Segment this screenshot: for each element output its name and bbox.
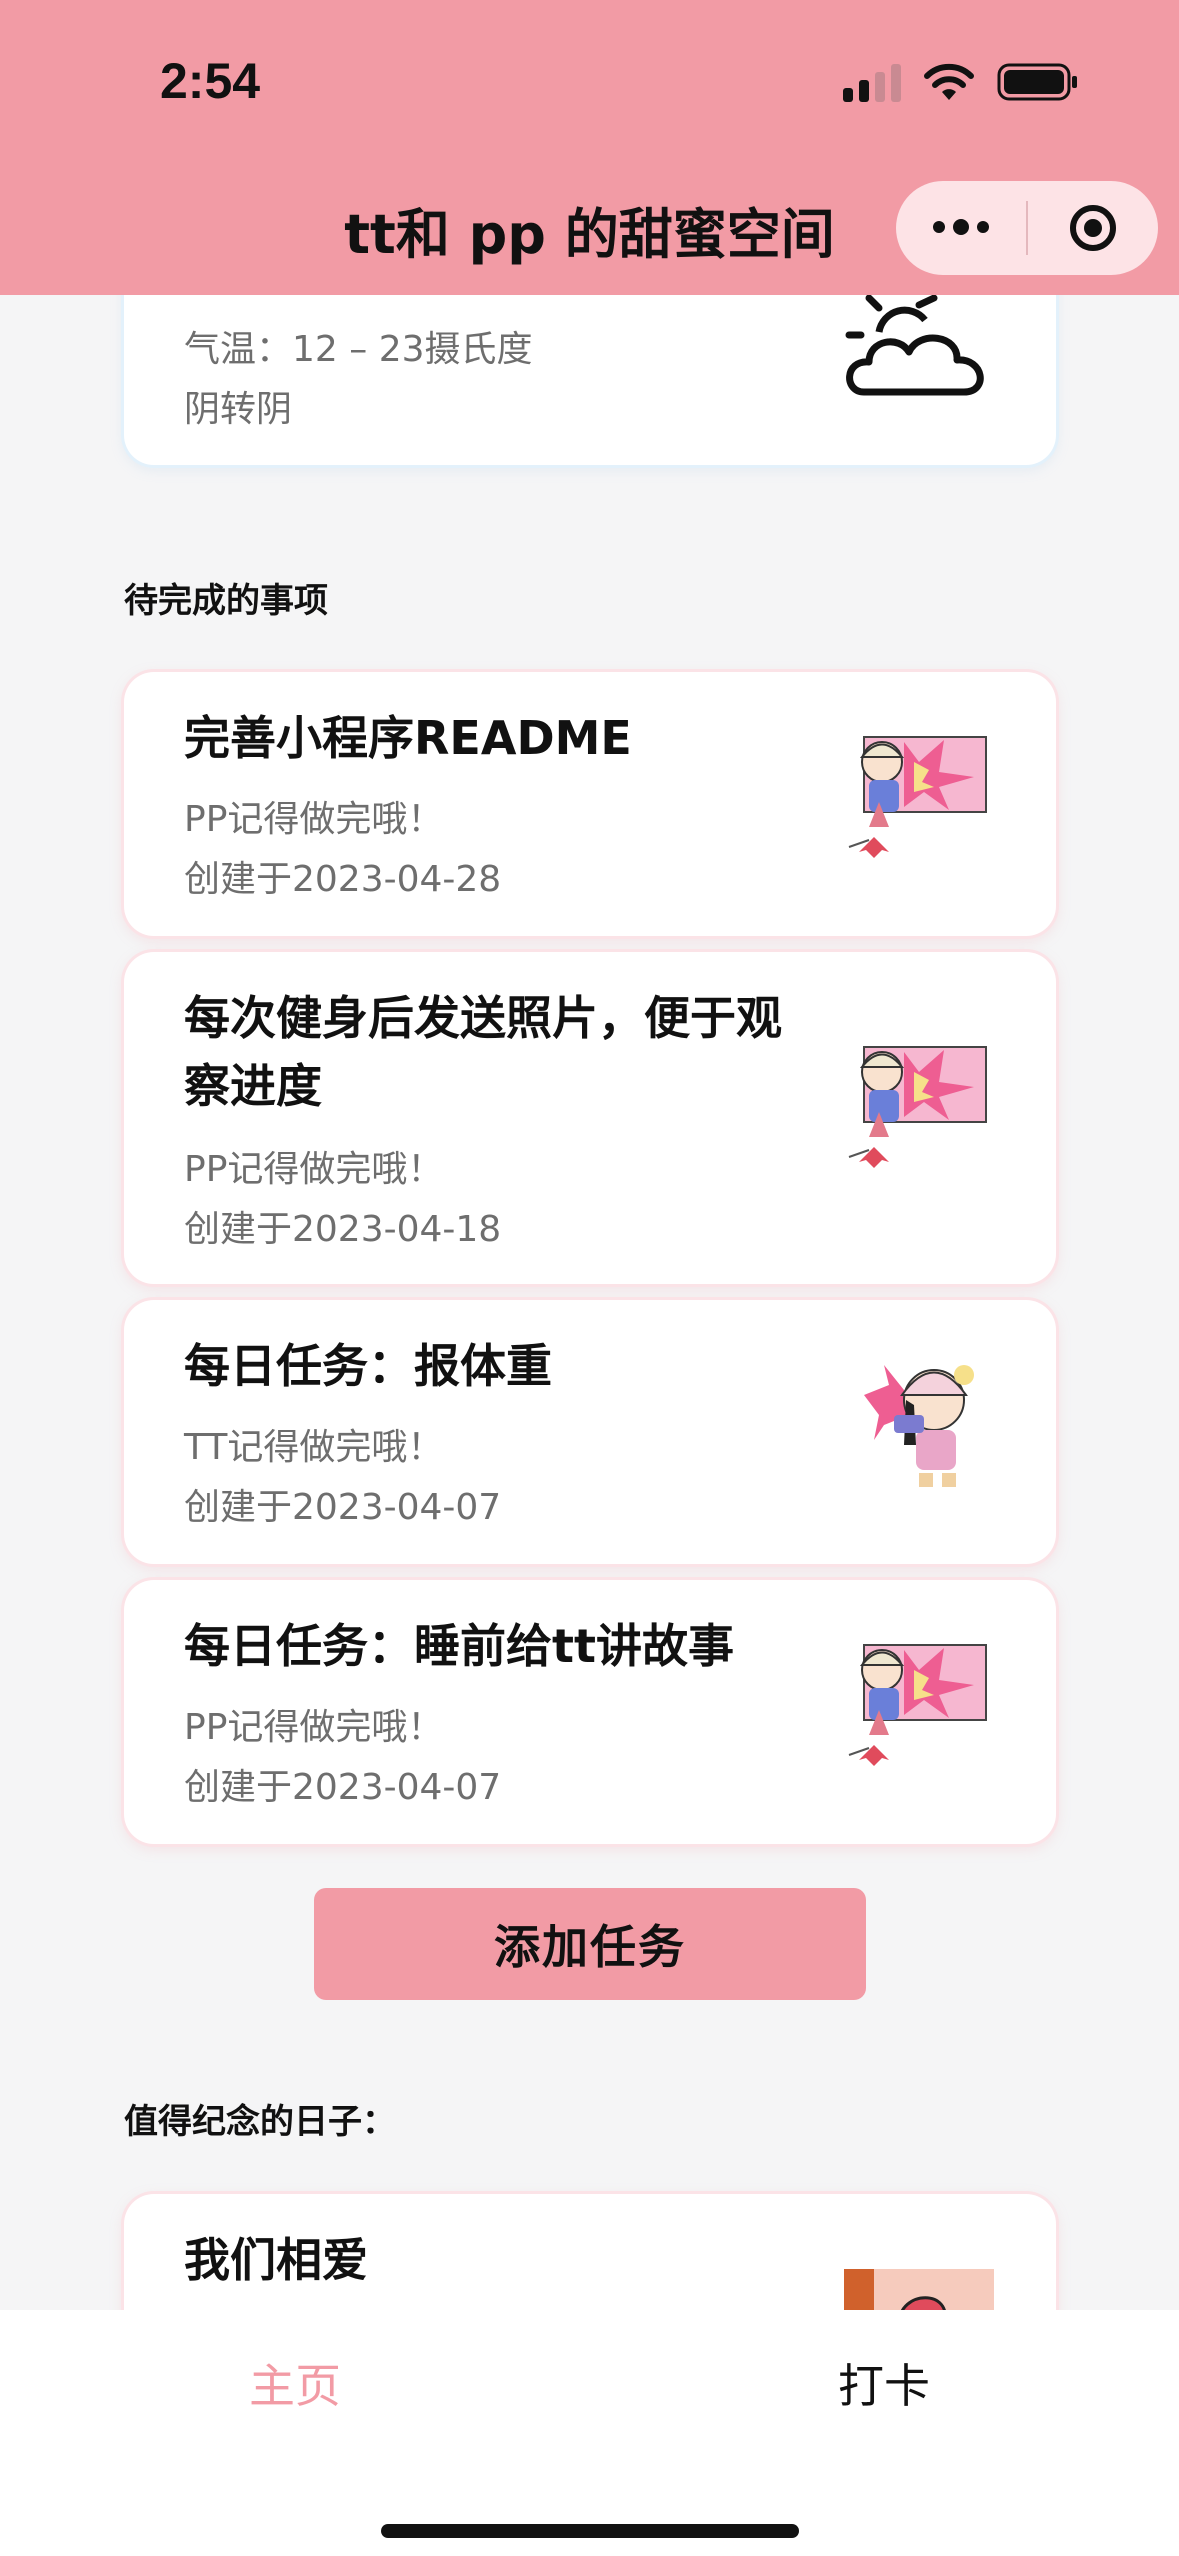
- cellular-signal-icon: [843, 62, 901, 102]
- task-reminder: PP记得做完哦！: [184, 1149, 444, 1190]
- tab-home[interactable]: 主页: [249, 2350, 341, 2416]
- tab-checkin[interactable]: 打卡: [838, 2350, 930, 2416]
- task-title: 完善小程序README: [184, 711, 632, 765]
- wifi-icon: [924, 63, 974, 100]
- weather-temperature: 气温：12 – 23摄氏度: [184, 329, 533, 370]
- cartoon-sticker-image: [848, 736, 987, 858]
- cartoon-girl-sticker-image: [864, 1365, 974, 1487]
- task-created-date: 创建于2023-04-07: [184, 1487, 502, 1528]
- cartoon-sticker-image: [848, 1644, 987, 1766]
- task-card[interactable]: 每日任务：报体重 TT记得做完哦！ 创建于2023-04-07: [124, 1300, 1056, 1564]
- task-title: 每日任务：睡前给tt讲故事: [184, 1619, 734, 1673]
- weather-condition: 阴转阴: [184, 389, 293, 430]
- tab-bar: 主页 打卡: [0, 2310, 1179, 2556]
- more-menu-button[interactable]: [896, 181, 1026, 275]
- miniprogram-capsule: [896, 181, 1158, 275]
- status-icons: [843, 62, 1079, 102]
- task-reminder: TT记得做完哦！: [184, 1427, 444, 1468]
- close-miniprogram-button[interactable]: [1028, 181, 1158, 275]
- task-created-date: 创建于2023-04-18: [184, 1209, 502, 1250]
- top-bar: 2:54 tt和 pp 的甜蜜空间: [0, 0, 1179, 295]
- cartoon-sticker-image: [848, 1046, 987, 1168]
- task-card[interactable]: 每次健身后发送照片，便于观察进度 PP记得做完哦！ 创建于2023-04-18: [124, 952, 1056, 1284]
- status-time: 2:54: [160, 53, 261, 109]
- anniversary-section-label: 值得纪念的日子：: [124, 2102, 396, 2142]
- task-card[interactable]: 每日任务：睡前给tt讲故事 PP记得做完哦！ 创建于2023-04-07: [124, 1580, 1056, 1844]
- more-dots-icon: [933, 219, 989, 235]
- task-reminder: PP记得做完哦！: [184, 1707, 444, 1748]
- todo-section-label: 待完成的事项: [124, 581, 328, 621]
- home-indicator: [381, 2524, 799, 2538]
- task-title: 每日任务：报体重: [184, 1339, 552, 1393]
- task-reminder: PP记得做完哦！: [184, 799, 444, 840]
- cloud-sun-icon: [845, 294, 984, 396]
- add-task-button[interactable]: 添加任务: [314, 1888, 866, 2000]
- task-created-date: 创建于2023-04-07: [184, 1767, 502, 1808]
- task-title: 每次健身后发送照片，便于观察进度: [184, 991, 782, 1113]
- task-card[interactable]: 完善小程序README PP记得做完哦！ 创建于2023-04-28: [124, 672, 1056, 936]
- task-created-date: 创建于2023-04-28: [184, 859, 502, 900]
- battery-icon: [997, 63, 1077, 101]
- anniversary-title: 我们相爱: [184, 2233, 368, 2287]
- target-circle-icon: [1070, 205, 1116, 251]
